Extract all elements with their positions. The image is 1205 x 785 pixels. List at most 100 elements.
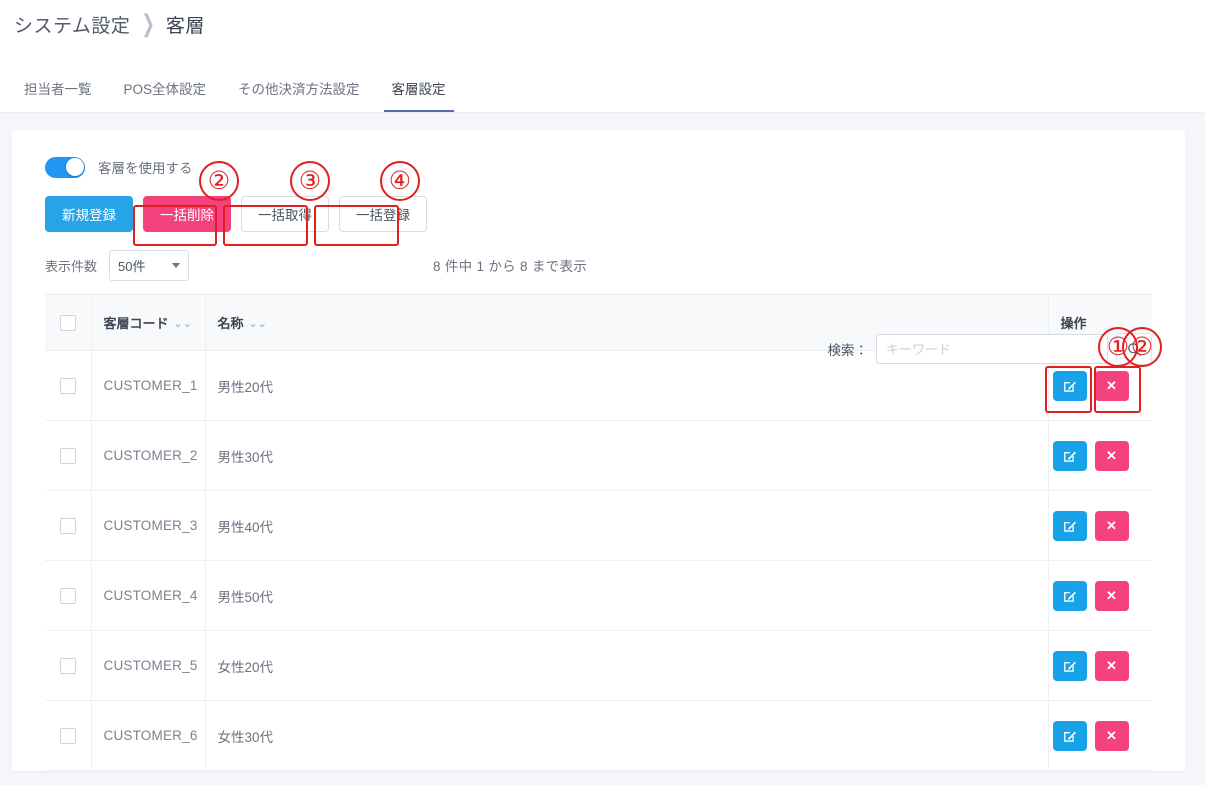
bulk-register-button[interactable]: 一括登録 [339,196,427,232]
page-title: 客層 [165,15,205,37]
row-delete-button[interactable]: ✕ [1094,370,1129,401]
edit-pencil-icon [1063,591,1076,602]
row-action-group: ✕ [1052,510,1141,541]
bulk-get-button[interactable]: 一括取得 [241,196,329,232]
row-edit-button[interactable] [1052,650,1087,681]
row-action-group: ✕ [1052,370,1141,401]
row-edit-button[interactable] [1052,440,1087,471]
search-input[interactable] [876,334,1108,364]
row-select-checkbox[interactable] [59,447,76,464]
row-select-checkbox[interactable] [59,377,76,394]
row-select-checkbox[interactable] [59,587,76,604]
tab-bar: 担当者一覧 POS全体設定 その他決済方法設定 客層設定 [0,48,1205,113]
tab-other-payment-settings[interactable]: その他決済方法設定 [222,78,376,112]
row-select-cell [45,350,91,421]
row-name: 女性30代 [204,700,1048,771]
action-button-row: 新規登録 一括削除 一括取得 一括登録 [45,196,1152,232]
search-icon [1127,342,1141,356]
row-delete-button[interactable]: ✕ [1094,510,1129,541]
select-all-checkbox[interactable] [59,314,76,331]
row-select-checkbox[interactable] [59,727,76,744]
row-name: 男性50代 [204,560,1048,631]
use-segment-toggle[interactable] [45,156,85,178]
page-header: システム設定 ❯ 客層 [0,0,1205,48]
row-ops-cell: ✕ [1047,490,1152,561]
row-code: CUSTOMER_1 [90,350,205,421]
use-segment-label: 客層を使用する [98,161,193,176]
row-select-cell [45,560,91,631]
row-edit-button[interactable] [1052,370,1087,401]
select-all-header [45,294,91,351]
chevron-right-icon: ❯ [141,12,155,38]
list-controls: 表示件数 50件 8 件中 1 から 8 まで表示 [45,248,1152,282]
tab-staff-list[interactable]: 担当者一覧 [8,78,108,112]
column-header-name-label: 名称 [217,316,244,331]
row-select-cell [45,420,91,491]
breadcrumb-root[interactable]: システム設定 [14,11,130,38]
row-delete-button[interactable]: ✕ [1094,650,1129,681]
rows-per-page-value: 50件 [118,258,146,274]
customer-segment-table: 客層コード ⌄⌄ 名称 ⌄⌄ 操作 CUSTOMER_1 男性20代 ✕ CUSTOMER… [45,294,1152,771]
edit-pencil-icon [1063,521,1076,532]
breadcrumb: システム設定 ❯ 客層 [14,11,205,38]
row-select-cell [45,630,91,701]
chevron-double-down-icon[interactable]: ⌄⌄ [174,319,192,330]
row-ops-cell: ✕ [1047,420,1152,491]
chevron-double-down-icon[interactable]: ⌄⌄ [249,319,267,330]
toggle-knob [65,158,84,176]
table-row: CUSTOMER_3 男性40代 ✕ [45,490,1152,561]
row-delete-button[interactable]: ✕ [1094,720,1129,751]
search-button[interactable] [1116,333,1152,365]
search-area: 検索： [827,333,1152,365]
row-code: CUSTOMER_4 [90,560,205,631]
edit-pencil-icon [1063,451,1076,462]
table-body: CUSTOMER_1 男性20代 ✕ CUSTOMER_2 男性30代 ✕ CUSTOMER… [45,350,1152,771]
row-code: CUSTOMER_3 [90,490,205,561]
close-x-icon: ✕ [1106,448,1117,463]
edit-pencil-icon [1063,731,1076,742]
row-delete-button[interactable]: ✕ [1094,440,1129,471]
column-header-code-label: 客層コード [103,316,169,331]
close-x-icon: ✕ [1106,518,1117,533]
row-ops-cell: ✕ [1047,700,1152,771]
row-name: 男性40代 [204,490,1048,561]
table-info-text: 8 件中 1 から 8 まで表示 [433,259,588,274]
column-header-code[interactable]: 客層コード ⌄⌄ [90,294,205,351]
table-row: CUSTOMER_6 女性30代 ✕ [45,700,1152,771]
row-edit-button[interactable] [1052,580,1087,611]
rows-per-page-select[interactable]: 50件 [109,249,190,281]
tab-pos-settings[interactable]: POS全体設定 [108,78,223,112]
content-card: 客層を使用する 新規登録 一括削除 一括取得 一括登録 表示件数 50件 8 件… [12,130,1185,771]
row-select-cell [45,490,91,561]
close-x-icon: ✕ [1106,588,1117,603]
close-x-icon: ✕ [1106,378,1117,393]
chevron-down-icon [172,262,181,268]
bulk-delete-button[interactable]: 一括削除 [143,196,231,232]
edit-pencil-icon [1063,381,1076,392]
row-edit-button[interactable] [1052,510,1087,541]
row-action-group: ✕ [1052,650,1141,681]
row-delete-button[interactable]: ✕ [1094,580,1129,611]
table-row: CUSTOMER_2 男性30代 ✕ [45,420,1152,491]
table-row: CUSTOMER_5 女性20代 ✕ [45,630,1152,701]
row-action-group: ✕ [1052,440,1141,471]
rows-per-page-label: 表示件数 [45,258,98,274]
row-action-group: ✕ [1052,720,1141,751]
close-x-icon: ✕ [1106,728,1117,743]
row-ops-cell: ✕ [1047,630,1152,701]
close-x-icon: ✕ [1106,658,1117,673]
row-code: CUSTOMER_6 [90,700,205,771]
row-edit-button[interactable] [1052,720,1087,751]
row-name: 女性20代 [204,630,1048,701]
table-row: CUSTOMER_4 男性50代 ✕ [45,560,1152,631]
new-register-button[interactable]: 新規登録 [45,196,133,232]
tab-customer-segment-settings[interactable]: 客層設定 [376,78,462,112]
row-select-checkbox[interactable] [59,657,76,674]
row-code: CUSTOMER_5 [90,630,205,701]
row-select-checkbox[interactable] [59,517,76,534]
edit-pencil-icon [1063,661,1076,672]
search-label: 検索： [827,343,869,358]
row-action-group: ✕ [1052,580,1141,611]
row-ops-cell: ✕ [1047,560,1152,631]
row-name: 男性30代 [204,420,1048,491]
